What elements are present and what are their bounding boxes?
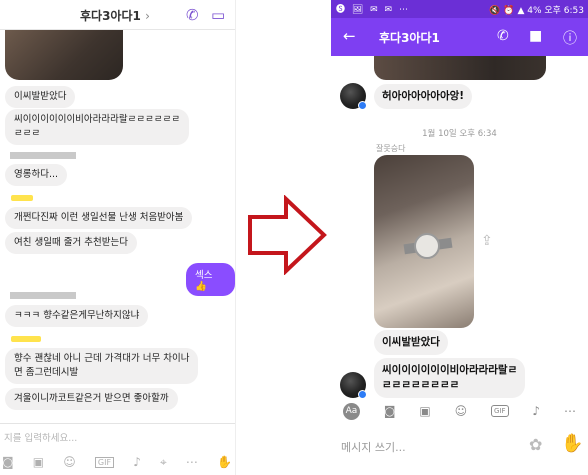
info-icon[interactable]: ⓘ xyxy=(563,28,577,48)
left-photo-message[interactable] xyxy=(5,30,123,80)
share-icon[interactable]: ⇪ xyxy=(481,233,493,249)
emoji-icon[interactable]: ☺ xyxy=(455,404,468,418)
thumbs-up-icon[interactable]: ✋ xyxy=(217,455,232,469)
right-arrow-icon xyxy=(248,195,327,275)
watch-photo-message[interactable] xyxy=(374,155,474,328)
left-message-input[interactable]: 지를 입력하세요... xyxy=(4,430,77,444)
received-message: 허아아아아아아앙! xyxy=(374,84,473,109)
text-style-icon[interactable]: Aa xyxy=(342,402,360,420)
timestamp: 1월 10일 오후 6:34 xyxy=(422,129,497,139)
camera-icon[interactable]: ◙ xyxy=(2,455,14,469)
composer: 메시지 쓰기... ✿ ✋ xyxy=(331,428,588,464)
left-message: 씨이이이이이이비아라라라랄ㄹㄹㄹㄹㄹㄹ ㄹㄹㄹ xyxy=(5,109,190,145)
avatar[interactable] xyxy=(340,83,367,110)
photo-message[interactable] xyxy=(374,56,546,80)
left-message: 영롱하다... xyxy=(5,164,68,186)
video-call-icon[interactable]: ▭ xyxy=(211,6,225,24)
back-arrow-icon[interactable]: ← xyxy=(343,27,356,45)
gif-icon[interactable]: GIF xyxy=(94,456,115,468)
avatar[interactable] xyxy=(340,372,367,399)
mic-icon[interactable]: ♪ xyxy=(133,455,141,469)
status-bar: 🅢 🖼 ✉ ✉ ⋯ 🔇 ⏰ ▲ 4% 오후 6:53 xyxy=(331,0,588,18)
redacted-name-bar xyxy=(10,152,76,159)
thumbs-up-icon[interactable]: ✋ xyxy=(561,433,583,454)
left-screenshot: 후다3아다1 › ✆ ▭ 이씨발받았다 씨이이이이이이비아라라라랄ㄹㄹㄹㄹㄹㄹ … xyxy=(0,0,236,475)
left-composer-toolbar: ◙ ▣ ☺ GIF ♪ ⌖ ⋯ ✋ xyxy=(2,453,232,471)
phone-icon[interactable]: ✆ xyxy=(186,6,199,24)
photo-icon[interactable]: ▣ xyxy=(33,455,44,469)
left-contact-name[interactable]: 후다3아다1 › xyxy=(80,7,150,24)
composer-toolbar: Aa ◙ ▣ ☺ GIF ♪ ⋯ xyxy=(331,400,588,422)
redacted-name-bar xyxy=(10,292,76,299)
message-input[interactable]: 메시지 쓰기... xyxy=(341,439,406,455)
sender-label: 잘못승다 xyxy=(376,144,406,153)
messenger-badge-icon xyxy=(358,101,367,110)
left-composer: 지를 입력하세요... ◙ ▣ ☺ GIF ♪ ⌖ ⋯ ✋ xyxy=(0,423,235,475)
more-icon[interactable]: ⋯ xyxy=(564,404,576,418)
mic-icon[interactable]: ♪ xyxy=(532,404,540,418)
gif-icon[interactable]: GIF xyxy=(491,405,509,417)
conversation-title[interactable]: 후다3아다1 xyxy=(379,29,440,46)
app-bar: ← 후다3아다1 ✆ ■ ⓘ xyxy=(331,18,588,56)
received-message: 씨이이이이이이비아라라라랄ㄹ ㄹㄹㄹㄹㄹㄹㄹㄹ xyxy=(374,358,526,398)
messenger-badge-icon xyxy=(358,390,367,399)
video-call-icon[interactable]: ■ xyxy=(529,28,542,44)
left-message: ㅋㅋㅋ 향수같은게무난하지않냐 xyxy=(5,305,149,327)
left-message: 향수 괜찮네 아니 근데 가격대가 너무 차이나 면 좀그런데시발 xyxy=(5,348,199,384)
left-message: 개쩐다진짜 이런 생일선물 난생 처음받아봄 xyxy=(5,207,193,229)
status-notification-icons: 🅢 🖼 ✉ ✉ ⋯ xyxy=(336,5,410,15)
camera-icon[interactable]: ◙ xyxy=(384,404,396,418)
redacted-highlight xyxy=(11,336,41,342)
received-message: 이씨발받았다 xyxy=(374,330,448,355)
right-screenshot: 🅢 🖼 ✉ ✉ ⋯ 🔇 ⏰ ▲ 4% 오후 6:53 ← 후다3아다1 ✆ ■ … xyxy=(331,0,588,475)
photo-icon[interactable]: ▣ xyxy=(419,404,430,418)
sticker-icon[interactable]: ✿ xyxy=(529,435,542,454)
phone-icon[interactable]: ✆ xyxy=(497,28,509,44)
left-chat-header: 후다3아다1 › ✆ ▭ xyxy=(0,0,235,30)
left-sent-message: 섹스 👍 xyxy=(186,263,235,296)
more-icon[interactable]: ⋯ xyxy=(186,455,198,469)
watch-face xyxy=(414,233,440,259)
location-icon[interactable]: ⌖ xyxy=(160,455,167,470)
left-message: 이씨발받았다 xyxy=(5,86,76,108)
left-message: 여친 생일때 줄거 추천받는다 xyxy=(5,232,137,254)
emoji-icon[interactable]: ☺ xyxy=(63,455,76,469)
redacted-highlight xyxy=(11,195,33,201)
left-message: 겨울이니까코트같은거 받으면 좋아할까 xyxy=(5,388,178,410)
status-right: 🔇 ⏰ ▲ 4% 오후 6:53 xyxy=(489,6,584,16)
